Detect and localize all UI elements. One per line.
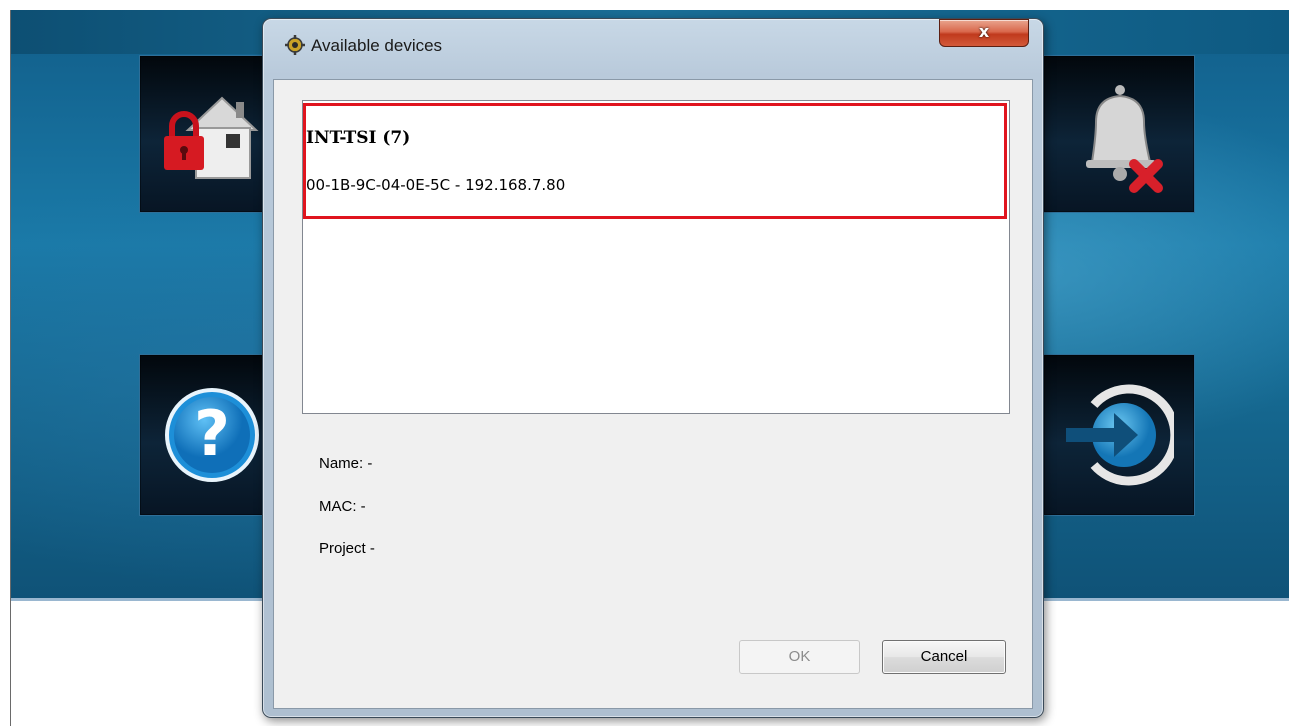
lock-house-tile[interactable] [139,55,281,213]
available-devices-dialog: Available devices x INT-TSI (7) 00-1B-9C… [262,18,1044,718]
gear-icon [285,35,305,55]
help-tile[interactable]: ? [139,354,281,516]
close-button[interactable]: x [939,19,1029,47]
dialog-title: Available devices [311,36,443,55]
title-bar[interactable]: Available devices x [263,19,1043,71]
bell-cancel-icon [1086,85,1163,193]
house-lock-icon [164,96,259,179]
help-icon: ? [165,388,259,482]
exit-arrow-icon [1066,384,1174,486]
device-name: INT-TSI (7) [306,128,411,148]
project-label: Project - [319,540,375,557]
alarm-off-tile[interactable] [1043,55,1195,213]
device-list[interactable]: INT-TSI (7) 00-1B-9C-04-0E-5C - 192.168.… [302,100,1010,414]
svg-text:?: ? [194,397,230,470]
name-label: Name: - [319,455,373,472]
ok-button[interactable]: OK [739,640,860,674]
list-item[interactable]: INT-TSI (7) 00-1B-9C-04-0E-5C - 192.168.… [303,103,1007,219]
cancel-button[interactable]: Cancel [882,640,1006,674]
close-icon: x [978,22,990,41]
dialog-client-area: INT-TSI (7) 00-1B-9C-04-0E-5C - 192.168.… [273,79,1033,709]
exit-tile[interactable] [1043,354,1195,516]
device-address: 00-1B-9C-04-0E-5C - 192.168.7.80 [306,176,566,194]
mac-label: MAC: - [319,498,366,515]
